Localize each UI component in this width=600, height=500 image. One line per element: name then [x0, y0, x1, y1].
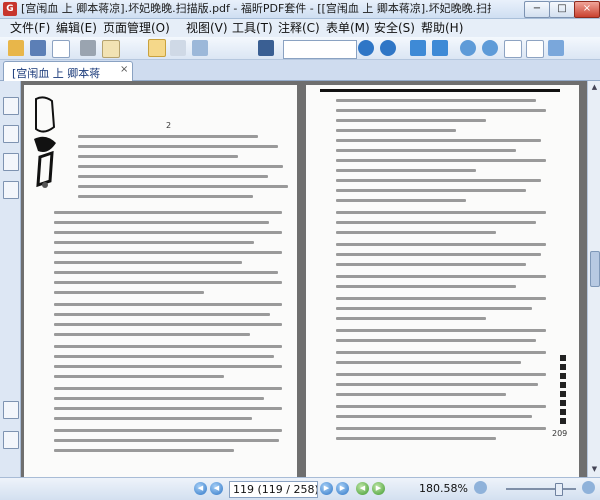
menu-view[interactable]: 视图(V)	[186, 20, 228, 36]
previous-page-button[interactable]: ◀	[210, 482, 223, 495]
find-previous-icon[interactable]	[358, 40, 374, 56]
left-page-number: 2	[166, 121, 172, 130]
zoom-in-status-icon[interactable]	[582, 481, 595, 494]
snapshot-icon[interactable]	[192, 40, 208, 56]
title-bar: G [宫闱血 上 卿本蒋凉].坏妃晚晚.扫描版.pdf - 福昕PDF套件 - …	[0, 0, 600, 19]
menu-help[interactable]: 帮助(H)	[421, 20, 463, 36]
document-tab-label: [宫闱血 上 卿本蒋	[12, 67, 101, 80]
document-viewer[interactable]: 2 209	[21, 81, 587, 477]
new-document-icon[interactable]	[52, 40, 70, 58]
menu-comments[interactable]: 注释(C)	[278, 20, 320, 36]
menu-forms[interactable]: 表单(M)	[326, 20, 370, 36]
next-page-button[interactable]: ▶	[320, 482, 333, 495]
menu-security[interactable]: 安全(S)	[374, 20, 415, 36]
find-binoculars-icon[interactable]	[258, 40, 274, 56]
status-bar: ◀ ◀ 119 (119 / 258) ▶ ▶ ◀ ▶ 180.58%	[0, 477, 600, 500]
window-title: [宫闱血 上 卿本蒋凉].坏妃晚晚.扫描版.pdf - 福昕PDF套件 - [[…	[21, 2, 491, 15]
signature-icon[interactable]	[3, 431, 19, 449]
scroll-up-icon[interactable]: ▲	[589, 82, 600, 93]
zoom-in-icon[interactable]	[460, 40, 476, 56]
maximize-button[interactable]: □	[549, 1, 575, 18]
last-page-button[interactable]: ▶	[336, 482, 349, 495]
menu-bar: 文件(F) 编辑(E) 页面管理(O) 视图(V) 工具(T) 注释(C) 表单…	[0, 19, 600, 37]
attachments-icon[interactable]	[3, 401, 19, 419]
fit-page-icon[interactable]	[504, 40, 522, 58]
history-forward-button[interactable]: ▶	[372, 482, 385, 495]
forward-icon[interactable]	[432, 40, 448, 56]
scrollbar-thumb[interactable]	[590, 251, 600, 287]
save-icon[interactable]	[30, 40, 46, 56]
email-icon[interactable]	[102, 40, 120, 58]
rotate-icon[interactable]	[548, 40, 564, 56]
navigation-sidebar	[0, 81, 21, 477]
pages-icon[interactable]	[3, 125, 19, 143]
print-icon[interactable]	[80, 40, 96, 56]
zoom-slider-knob[interactable]	[554, 483, 563, 496]
menu-tools[interactable]: 工具(T)	[232, 20, 273, 36]
close-button[interactable]: ×	[574, 1, 600, 18]
menu-file[interactable]: 文件(F)	[10, 20, 50, 36]
left-page: 2	[24, 85, 297, 477]
right-page-number: 209	[552, 429, 568, 438]
zoom-slider[interactable]	[506, 488, 576, 490]
find-input[interactable]	[283, 40, 357, 59]
app-logo-icon: G	[3, 2, 17, 16]
document-tab[interactable]: [宫闱血 上 卿本蒋 ×	[3, 61, 133, 81]
bookmarks-icon[interactable]	[3, 97, 19, 115]
back-icon[interactable]	[410, 40, 426, 56]
select-text-icon[interactable]	[170, 40, 186, 56]
fit-width-icon[interactable]	[526, 40, 544, 58]
vertical-scrollbar[interactable]: ▲ ▼	[587, 81, 600, 477]
page-number-field[interactable]: 119 (119 / 258)	[229, 481, 318, 498]
chapter-margin-title	[560, 355, 566, 425]
find-next-icon[interactable]	[380, 40, 396, 56]
chapter-title-art	[30, 93, 60, 189]
comments-icon[interactable]	[3, 181, 19, 199]
minimize-button[interactable]: −	[524, 1, 550, 18]
zoom-out-icon[interactable]	[482, 40, 498, 56]
layers-icon[interactable]	[3, 153, 19, 171]
document-tab-strip: [宫闱血 上 卿本蒋 ×	[0, 60, 600, 81]
zoom-out-status-icon[interactable]	[474, 481, 487, 494]
open-folder-icon[interactable]	[8, 40, 24, 56]
tab-close-icon[interactable]: ×	[120, 64, 130, 75]
page-header-rule	[320, 89, 560, 92]
zoom-level-text: 180.58%	[419, 482, 468, 495]
menu-edit[interactable]: 编辑(E)	[56, 20, 97, 36]
hand-tool-icon[interactable]	[148, 39, 166, 57]
first-page-button[interactable]: ◀	[194, 482, 207, 495]
scroll-down-icon[interactable]: ▼	[589, 464, 600, 475]
menu-page-management[interactable]: 页面管理(O)	[103, 20, 170, 36]
history-back-button[interactable]: ◀	[356, 482, 369, 495]
right-page: 209	[306, 85, 579, 477]
